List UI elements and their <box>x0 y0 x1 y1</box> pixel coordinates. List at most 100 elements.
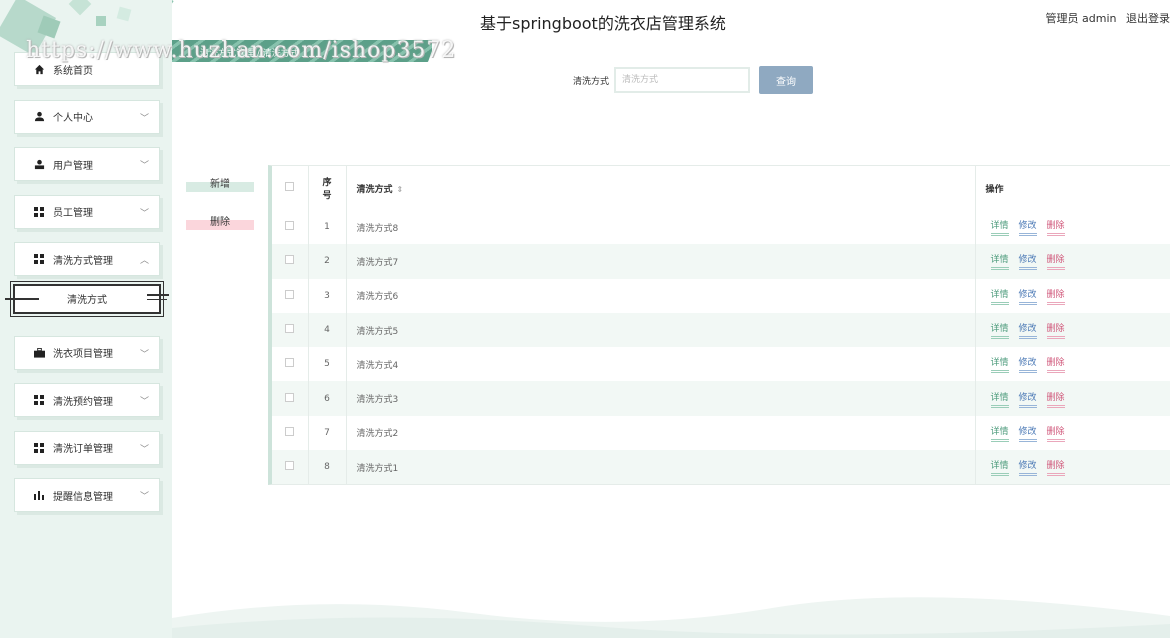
table-row: 5 清洗方式4 详情 修改 删除 <box>272 347 1170 382</box>
header-index: 序号 <box>308 166 347 210</box>
table-row: 2 清洗方式7 详情 修改 删除 <box>272 244 1170 279</box>
row-checkbox[interactable] <box>285 392 295 402</box>
submenu-label: 清洗方式 <box>67 295 107 306</box>
query-button[interactable]: 查询 <box>759 66 814 94</box>
detail-button[interactable]: 详情 <box>990 218 1009 237</box>
row-delete-button[interactable]: 删除 <box>1046 424 1065 442</box>
row-checkbox-cell <box>272 278 309 313</box>
row-checkbox[interactable] <box>285 255 295 265</box>
sidebar-item-staff[interactable]: 员工管理 ﹀ <box>14 194 160 229</box>
row-checkbox-cell <box>272 244 309 279</box>
grid-icon <box>33 253 45 265</box>
sidebar-item-appointments[interactable]: 清洗预约管理 ﹀ <box>14 383 160 417</box>
row-delete-button[interactable]: 删除 <box>1046 458 1065 477</box>
decor-line <box>147 298 167 300</box>
row-checkbox-cell <box>272 450 309 485</box>
sidebar-item-label: 员工管理 <box>53 208 93 219</box>
row-checkbox[interactable] <box>285 358 295 368</box>
row-operations: 详情 修改 删除 <box>975 381 1170 416</box>
row-operations: 详情 修改 删除 <box>975 450 1170 485</box>
row-index: 4 <box>308 312 347 348</box>
grid-icon <box>33 206 45 218</box>
detail-button[interactable]: 详情 <box>990 252 1009 271</box>
edit-button[interactable]: 修改 <box>1018 390 1037 408</box>
submenu-item-wash-method[interactable]: 清洗方式 <box>5 280 169 317</box>
table-row: 6 清洗方式3 详情 修改 删除 <box>272 381 1170 416</box>
chevron-down-icon: ﹀ <box>139 208 149 219</box>
add-button[interactable]: 新增 <box>186 172 254 192</box>
detail-button[interactable]: 详情 <box>990 355 1009 374</box>
edit-button[interactable]: 修改 <box>1018 287 1037 305</box>
row-operations: 详情 修改 删除 <box>975 347 1170 381</box>
row-checkbox[interactable] <box>285 221 295 231</box>
sidebar-item-reminders[interactable]: 提醒信息管理 ﹀ <box>14 478 160 512</box>
row-checkbox-cell <box>272 210 309 245</box>
row-delete-button[interactable]: 删除 <box>1046 321 1065 340</box>
detail-button[interactable]: 详情 <box>990 458 1009 477</box>
edit-button[interactable]: 修改 <box>1018 355 1037 374</box>
sidebar: 系统首页 个人中心 ﹀ 用户管理 ﹀ 员工管理 ﹀ 清洗方式管理 ︿ 清洗方式 … <box>0 0 172 638</box>
row-checkbox[interactable] <box>285 461 295 471</box>
edit-button[interactable]: 修改 <box>1018 252 1037 271</box>
grid-icon <box>33 442 45 454</box>
row-method: 清洗方式8 <box>346 210 976 245</box>
detail-button[interactable]: 详情 <box>990 287 1009 305</box>
row-checkbox[interactable] <box>285 426 295 436</box>
user-manage-icon <box>33 158 45 170</box>
row-delete-button[interactable]: 删除 <box>1046 252 1065 271</box>
chart-icon <box>33 489 45 501</box>
row-method: 清洗方式3 <box>346 381 976 416</box>
table-row: 7 清洗方式2 详情 修改 删除 <box>272 415 1170 451</box>
sidebar-menu: 系统首页 个人中心 ﹀ 用户管理 ﹀ 员工管理 ﹀ 清洗方式管理 ︿ 清洗方式 … <box>5 52 169 526</box>
data-table: 序号 清洗方式 ⇕ 操作 1 清洗方式8 详情 修改 删除 2 清洗方式7 详情 修改 删除 3 清洗方… <box>268 165 1170 486</box>
table-row: 3 清洗方式6 详情 修改 删除 <box>272 278 1170 313</box>
decor-wave <box>172 597 1170 638</box>
sidebar-item-orders[interactable]: 清洗订单管理 ﹀ <box>14 430 160 465</box>
chevron-down-icon: ﹀ <box>139 349 149 360</box>
sidebar-item-users[interactable]: 用户管理 ﹀ <box>14 147 160 181</box>
sort-icon[interactable]: ⇕ <box>397 185 404 194</box>
briefcase-icon <box>33 347 45 359</box>
row-checkbox[interactable] <box>285 324 295 334</box>
row-index: 3 <box>308 278 347 313</box>
sidebar-item-profile[interactable]: 个人中心 ﹀ <box>14 99 160 134</box>
row-method: 清洗方式4 <box>346 347 976 382</box>
select-all-checkbox[interactable] <box>285 182 295 191</box>
decor-line <box>147 293 169 296</box>
edit-button[interactable]: 修改 <box>1018 321 1037 340</box>
decor-square <box>68 0 92 16</box>
chevron-down-icon: ﹀ <box>139 492 149 502</box>
row-operations: 详情 修改 删除 <box>975 312 1170 348</box>
edit-button[interactable]: 修改 <box>1018 218 1037 237</box>
logout-link[interactable]: 退出登录 <box>1126 12 1170 25</box>
decor-line <box>5 297 39 300</box>
detail-button[interactable]: 详情 <box>990 424 1009 442</box>
row-index: 1 <box>308 210 347 245</box>
header-method-label: 清洗方式 <box>356 184 393 195</box>
search-label: 清洗方式 <box>573 76 610 87</box>
grid-icon <box>33 394 45 406</box>
table-header-row: 序号 清洗方式 ⇕ 操作 <box>272 166 1170 210</box>
edit-button[interactable]: 修改 <box>1018 458 1037 477</box>
detail-button[interactable]: 详情 <box>990 321 1009 340</box>
sidebar-item-laundry-items[interactable]: 洗衣项目管理 ﹀ <box>14 335 160 370</box>
row-method: 清洗方式7 <box>346 244 976 279</box>
row-delete-button[interactable]: 删除 <box>1046 218 1065 237</box>
delete-button[interactable]: 删除 <box>186 210 254 230</box>
decor-square <box>116 6 132 22</box>
row-method: 清洗方式2 <box>346 415 976 451</box>
row-operations: 详情 修改 删除 <box>975 279 1170 313</box>
row-checkbox[interactable] <box>285 289 295 299</box>
row-delete-button[interactable]: 删除 <box>1046 390 1065 408</box>
row-method: 清洗方式5 <box>346 312 976 348</box>
row-delete-button[interactable]: 删除 <box>1046 355 1065 374</box>
edit-button[interactable]: 修改 <box>1018 424 1037 442</box>
table-row: 8 清洗方式1 详情 修改 删除 <box>272 450 1170 485</box>
sidebar-item-label: 个人中心 <box>53 113 93 124</box>
row-delete-button[interactable]: 删除 <box>1046 287 1065 305</box>
detail-button[interactable]: 详情 <box>990 390 1009 408</box>
chevron-down-icon: ﹀ <box>139 161 149 171</box>
search-input[interactable] <box>614 67 751 93</box>
header-method[interactable]: 清洗方式 ⇕ <box>346 166 976 210</box>
sidebar-item-wash-methods[interactable]: 清洗方式管理 ︿ <box>14 242 160 276</box>
